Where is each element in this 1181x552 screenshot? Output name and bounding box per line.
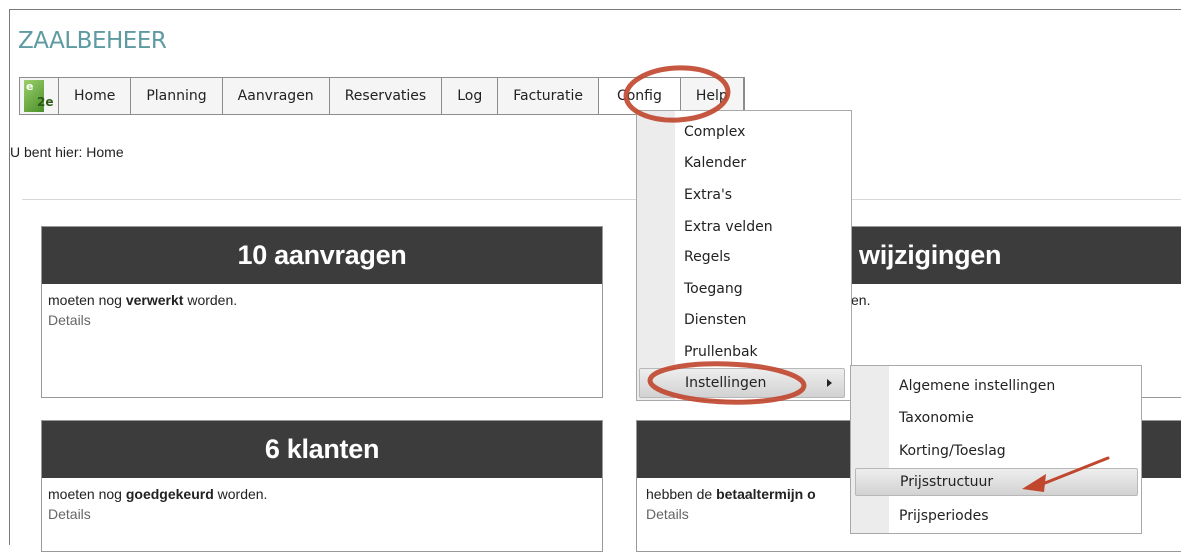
menu-item-complex[interactable]: Complex (684, 122, 745, 142)
details-link[interactable]: Details (48, 312, 91, 328)
menu-item-algemene-instellingen[interactable]: Algemene instellingen (899, 376, 1055, 396)
card-text: moeten nog goedgekeurd worden. (48, 486, 596, 502)
menu-config[interactable]: Config (598, 78, 681, 114)
menu-item-korting-toeslag[interactable]: Korting/Toeslag (899, 441, 1006, 461)
content-divider (22, 199, 1181, 200)
card-text-post: worden. (183, 292, 238, 308)
card-title-text: wijzigingen (859, 240, 1002, 270)
menu-aanvragen[interactable]: Aanvragen (222, 78, 330, 114)
details-link[interactable]: Details (646, 506, 689, 522)
card-klanten: 6 klanten moeten nog goedgekeurd worden.… (41, 420, 603, 552)
card-aanvragen: 10 aanvragen moeten nog verwerkt worden.… (41, 226, 603, 398)
card-text-post: worden. (213, 486, 268, 502)
menu-item-taxonomie[interactable]: Taxonomie (899, 408, 974, 428)
submenu-arrow-icon (827, 379, 832, 387)
menu-item-extras[interactable]: Extra's (684, 185, 732, 205)
card-text: en. (851, 292, 871, 308)
card-text-pre: moeten nog (48, 486, 126, 502)
menu-item-prullenbak[interactable]: Prullenbak (684, 342, 758, 362)
logo-letter-2e: 2e (37, 95, 54, 109)
menu-log[interactable]: Log (442, 78, 499, 114)
card-text-pre: moeten nog (48, 292, 126, 308)
card-body: moeten nog verwerkt worden. Details (42, 284, 602, 336)
card-text: moeten nog verwerkt worden. (48, 292, 596, 308)
menu-gutter (637, 111, 675, 400)
app-logo[interactable]: e 2e (20, 78, 59, 114)
app-title: ZAALBEHEER (18, 28, 167, 54)
instellingen-submenu: Algemene instellingen Taxonomie Korting/… (850, 365, 1142, 534)
card-text-bold: betaaltermijn o (716, 486, 816, 502)
menu-item-toegang[interactable]: Toegang (684, 279, 743, 299)
details-link[interactable]: Details (48, 506, 91, 522)
menu-home[interactable]: Home (59, 78, 132, 114)
menu-item-extra-velden[interactable]: Extra velden (684, 217, 773, 237)
menu-help[interactable]: Help (680, 78, 744, 114)
menu-item-label: Instellingen (685, 375, 767, 391)
menu-item-diensten[interactable]: Diensten (684, 310, 746, 330)
menu-item-instellingen[interactable]: Instellingen (639, 368, 845, 398)
menu-facturatie[interactable]: Facturatie (498, 78, 599, 114)
card-body: moeten nog goedgekeurd worden. Details (42, 478, 602, 530)
menu-item-prijsstructuur[interactable]: Prijsstructuur (855, 468, 1138, 496)
menu-gutter (851, 366, 889, 533)
card-text-bold: verwerkt (125, 292, 184, 308)
menu-planning[interactable]: Planning (131, 78, 223, 114)
menu-reservaties[interactable]: Reservaties (329, 78, 443, 114)
config-dropdown-menu: Complex Kalender Extra's Extra velden Re… (636, 110, 852, 401)
card-title: 10 aanvragen (42, 227, 602, 284)
logo-letter-e: e (26, 80, 34, 93)
card-title: 6 klanten (42, 421, 602, 478)
card-text-bold: goedgekeurd (125, 486, 214, 502)
menu-item-kalender[interactable]: Kalender (684, 153, 746, 173)
menu-item-regels[interactable]: Regels (684, 247, 730, 267)
card-text-pre: hebben de (646, 486, 717, 502)
menu-item-prijsperiodes[interactable]: Prijsperiodes (899, 506, 989, 526)
breadcrumb: U bent hier: Home (10, 144, 124, 160)
